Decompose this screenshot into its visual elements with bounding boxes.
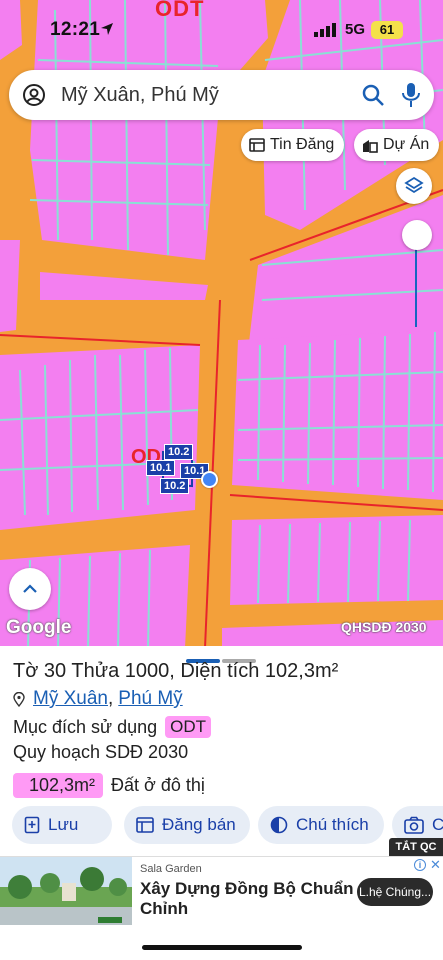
title-comma: , [169,660,175,682]
layers-icon [404,176,424,194]
post-sale-button[interactable]: Đăng bán [124,806,250,844]
parcel-title: Tờ 30 Thửa 1000, Diện tích 102,3m² [13,660,338,683]
contrast-icon [270,816,288,834]
parcel-dimension-label: 10.2 [160,478,190,494]
layers-button[interactable] [396,168,432,204]
area-label: Diện tích [180,660,260,682]
account-icon[interactable] [22,83,46,112]
hide-ad-button[interactable]: TẮT QC [389,838,443,856]
search-bar[interactable] [9,70,434,120]
search-icon[interactable] [361,83,385,112]
legend-button-label: Chú thích [296,815,369,834]
post-sale-button-label: Đăng bán [162,815,236,834]
location-arrow-icon [100,22,114,41]
status-bar: ODT 12:21 5G 61 [0,0,443,58]
home-indicator[interactable] [142,945,302,950]
network-label: 5G [345,21,366,38]
chip-du-an-label: Dự Án [383,136,430,153]
map-source-label: QHSDĐ 2030 [341,619,427,635]
camera-button-label: C [432,815,443,834]
microphone-icon[interactable] [401,82,421,113]
land-use-label: Mục đích sử dụng [13,716,158,737]
address-row: Mỹ Xuân, Phú Mỹ [13,688,183,710]
ad-brand: Sala Garden [140,863,202,875]
plot-number: 1000 [124,660,170,682]
plan-area-badge: 102,3m² [13,773,104,798]
chip-du-an[interactable]: Dự Án [354,129,440,161]
plan-area-row: 102,3m² Đất ở đô thị [13,773,205,798]
signal-icon [314,23,338,42]
save-button-label: Lưu [48,815,79,834]
legend-button[interactable]: Chú thích [258,806,384,844]
parcel-dimension-label: 10.1 [146,460,176,476]
camera-add-icon [404,816,424,834]
ad-close-icon[interactable]: ✕ [430,857,441,873]
search-input[interactable] [61,70,351,120]
address-separator: , [107,688,114,709]
zone-label-top: ODT [155,0,205,21]
ad-title[interactable]: Xây Dựng Đồng Bộ Chuẩn Chỉnh [140,879,355,919]
chip-tin-dang-label: Tin Đăng [270,136,335,153]
listing-icon [249,138,265,152]
plan-label: Quy hoạch SDĐ 2030 [13,742,189,762]
building-icon [363,139,378,153]
opacity-slider-knob[interactable] [402,220,432,250]
bookmark-add-icon [24,816,40,834]
sheet-number: 30 [43,660,67,682]
current-location-marker [201,471,218,488]
ad-cta-button[interactable]: L.hệ Chúng... [357,878,433,906]
ad-banner[interactable]: Sala Garden Xây Dựng Đồng Bộ Chuẩn Chỉnh… [0,856,443,926]
ad-info-icon[interactable]: i [414,859,426,871]
chip-tin-dang[interactable]: Tin Đăng [241,129,345,161]
map-view[interactable]: ODT 12:21 5G 61 Tin Đăng Dự Á [0,0,443,648]
ward-link[interactable]: Mỹ Xuân [33,688,108,710]
ad-image[interactable] [0,857,132,925]
plan-use-label: Đất ở đô thị [111,775,205,795]
expand-up-button[interactable] [9,568,51,610]
opacity-slider-track[interactable] [415,247,417,327]
chevron-up-icon [23,584,37,593]
district-link[interactable]: Phú Mỹ [118,688,182,710]
location-pin-icon [13,691,25,707]
battery-icon: 61 [371,21,403,39]
listing-icon [136,817,154,833]
save-button[interactable]: Lưu [12,806,112,844]
parcel-dimension-label: 10.2 [164,444,194,460]
google-logo: Google [6,617,72,638]
area-value: 102,3m² [264,660,339,682]
land-use-row: Mục đích sử dụng ODT [13,716,212,738]
land-use-badge: ODT [165,716,212,738]
status-time: 12:21 [50,19,101,40]
action-buttons: Lưu Đăng bán Chú thích C [12,806,443,846]
sheet-prefix: Tờ [13,660,39,682]
plot-word: Thửa [71,660,120,682]
